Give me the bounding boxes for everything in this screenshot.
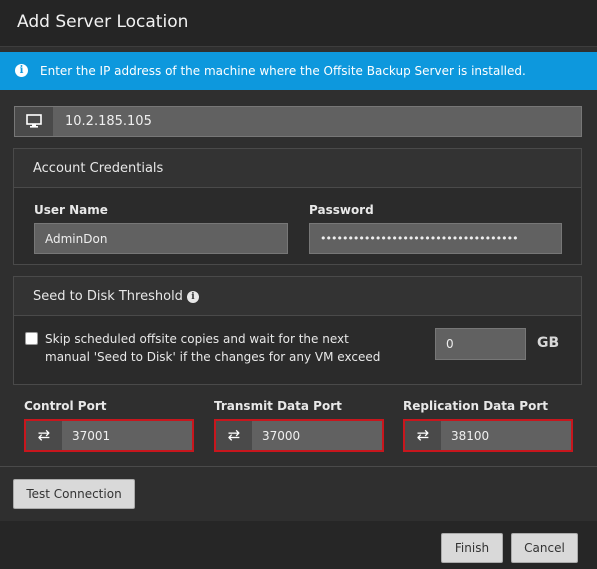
divider	[0, 466, 597, 467]
dialog-title: Add Server Location	[17, 12, 189, 32]
seed-threshold-panel: Seed to Disk Threshold i Skip scheduled o…	[13, 276, 582, 385]
monitor-icon	[26, 114, 42, 128]
replication-port-input[interactable]: 38100	[451, 429, 489, 443]
dialog-titlebar: Add Server Location	[0, 0, 597, 47]
server-address-icon-box	[15, 107, 53, 136]
server-address-input[interactable]: 10.2.185.105	[65, 114, 152, 129]
seed-threshold-title: Seed to Disk Threshold	[33, 289, 183, 304]
account-credentials-header: Account Credentials	[14, 149, 581, 188]
transmit-port-label: Transmit Data Port	[214, 399, 342, 413]
skip-offsite-label: Skip scheduled offsite copies and wait f…	[45, 330, 405, 366]
password-input[interactable]: ••••••••••••••••••••••••••••••••••••	[309, 223, 562, 254]
swap-arrows-icon: ⇄	[405, 421, 441, 450]
server-address-field[interactable]: 10.2.185.105	[14, 106, 582, 137]
account-credentials-title: Account Credentials	[33, 161, 164, 176]
swap-arrows-icon: ⇄	[216, 421, 252, 450]
info-banner: i Enter the IP address of the machine wh…	[0, 52, 597, 90]
replication-port-label: Replication Data Port	[403, 399, 548, 413]
transmit-port-field[interactable]: ⇄ 37000	[214, 419, 384, 452]
threshold-input[interactable]: 0	[435, 328, 526, 360]
skip-offsite-label-line1: Skip scheduled offsite copies and wait f…	[45, 332, 349, 346]
info-banner-text: Enter the IP address of the machine wher…	[40, 64, 526, 78]
username-input[interactable]: AdminDon	[34, 223, 288, 254]
cancel-button[interactable]: Cancel	[511, 533, 578, 563]
replication-port-field[interactable]: ⇄ 38100	[403, 419, 573, 452]
info-icon: i	[15, 64, 28, 77]
username-label: User Name	[34, 203, 108, 217]
test-connection-button[interactable]: Test Connection	[13, 479, 135, 509]
skip-offsite-label-line2: manual 'Seed to Disk' if the changes for…	[45, 350, 381, 364]
swap-arrows-icon: ⇄	[26, 421, 62, 450]
seed-threshold-title-wrap: Seed to Disk Threshold i	[33, 289, 199, 304]
info-icon[interactable]: i	[186, 291, 199, 303]
transmit-port-input[interactable]: 37000	[262, 429, 300, 443]
dialog-footer: Finish Cancel	[0, 521, 597, 569]
skip-offsite-checkbox[interactable]	[25, 332, 38, 345]
control-port-input[interactable]: 37001	[72, 429, 110, 443]
control-port-label: Control Port	[24, 399, 107, 413]
finish-button[interactable]: Finish	[441, 533, 503, 563]
control-port-field[interactable]: ⇄ 37001	[24, 419, 194, 452]
seed-threshold-header: Seed to Disk Threshold i	[14, 277, 581, 316]
threshold-unit: GB	[537, 335, 560, 351]
account-credentials-panel: Account Credentials User Name AdminDon P…	[13, 148, 582, 265]
password-label: Password	[309, 203, 374, 217]
